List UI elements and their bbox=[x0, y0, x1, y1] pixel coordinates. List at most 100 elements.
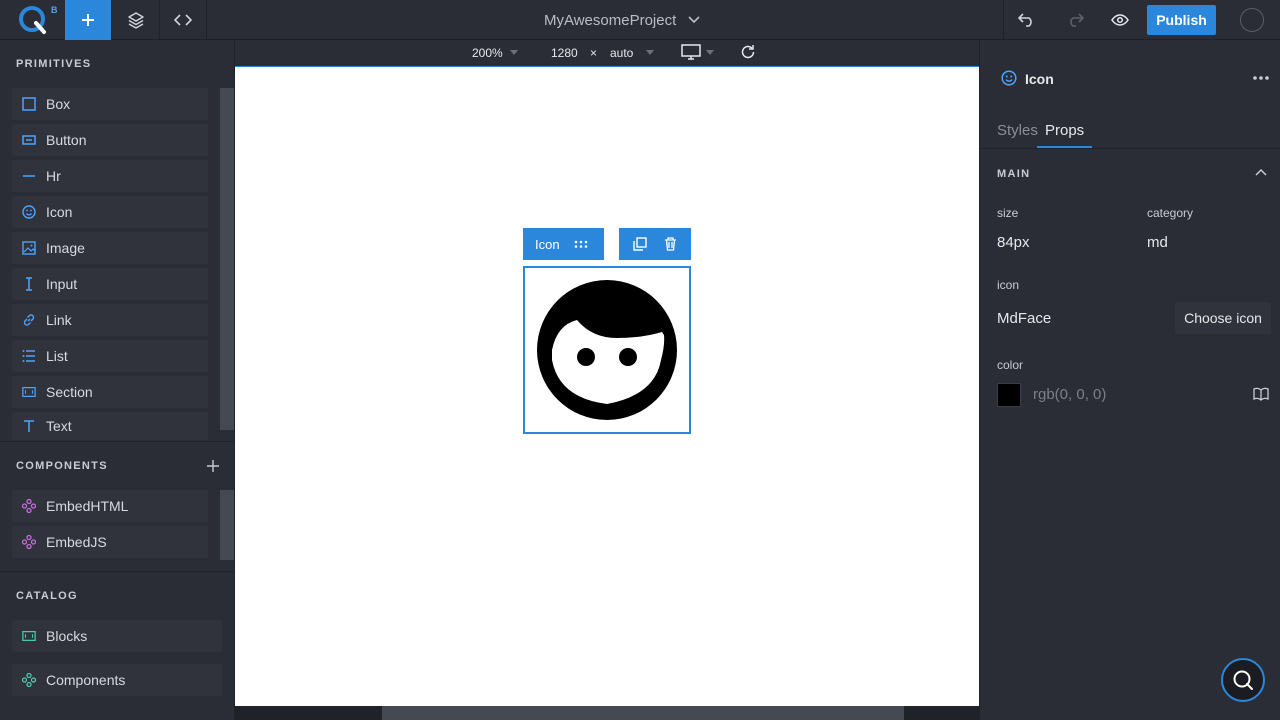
main-section-title: MAIN bbox=[997, 168, 1031, 180]
link-icon bbox=[22, 313, 36, 327]
component-embedjs[interactable]: EmbedJS bbox=[12, 526, 208, 558]
primitive-label: Section bbox=[46, 384, 93, 400]
add-button[interactable] bbox=[65, 0, 112, 40]
text-icon bbox=[22, 419, 36, 433]
smile-icon bbox=[1001, 70, 1017, 86]
code-button[interactable] bbox=[160, 0, 207, 40]
catalog-label: Components bbox=[46, 672, 126, 688]
component-icon bbox=[22, 499, 36, 513]
undo-icon bbox=[1018, 13, 1032, 27]
color-swatch[interactable] bbox=[997, 383, 1021, 407]
eye-icon bbox=[1110, 14, 1129, 26]
canvas-scroll-thumb[interactable] bbox=[382, 706, 904, 720]
section-icon bbox=[22, 385, 36, 399]
width-input[interactable]: 1280 bbox=[551, 46, 578, 60]
layers-button[interactable] bbox=[113, 0, 160, 40]
tab-props[interactable]: Props bbox=[1037, 122, 1093, 148]
canvas-toolbar: 200% 1280 × auto bbox=[235, 40, 979, 66]
category-label: category bbox=[1147, 206, 1194, 220]
catalog-blocks[interactable]: Blocks bbox=[12, 620, 222, 652]
primitive-label: Hr bbox=[46, 168, 61, 184]
face-icon bbox=[537, 280, 677, 420]
color-label: color bbox=[997, 358, 1024, 372]
component-label: EmbedJS bbox=[46, 534, 107, 550]
left-panel: PRIMITIVES Box Button Hr Icon Image Inpu… bbox=[0, 40, 235, 720]
catalog-title: CATALOG bbox=[16, 590, 78, 602]
image-icon bbox=[22, 241, 36, 255]
project-selector[interactable]: MyAwesomeProject bbox=[544, 0, 700, 40]
size-label: size bbox=[997, 206, 1019, 220]
smile-icon bbox=[22, 205, 36, 219]
avatar[interactable] bbox=[1240, 8, 1264, 32]
height-input[interactable]: auto bbox=[610, 46, 633, 60]
primitive-list[interactable]: List bbox=[12, 340, 208, 372]
primitive-image[interactable]: Image bbox=[12, 232, 208, 264]
blocks-icon bbox=[22, 629, 36, 643]
redo-icon bbox=[1069, 13, 1084, 27]
refresh-icon[interactable] bbox=[740, 44, 756, 60]
catalog-label: Blocks bbox=[46, 628, 88, 644]
layers-icon bbox=[128, 12, 144, 29]
selected-icon-element[interactable] bbox=[523, 266, 691, 434]
category-value[interactable]: md bbox=[1147, 234, 1168, 251]
duplicate-icon[interactable] bbox=[633, 237, 647, 251]
color-input[interactable]: rgb(0, 0, 0) bbox=[1033, 386, 1106, 403]
drag-handle-icon[interactable] bbox=[574, 240, 588, 248]
primitive-label: Button bbox=[46, 132, 87, 148]
selected-element-name: Icon bbox=[535, 236, 560, 252]
help-chat-button[interactable] bbox=[1221, 658, 1265, 702]
catalog-components[interactable]: Components bbox=[12, 664, 222, 696]
search-chat-icon bbox=[1233, 670, 1253, 690]
icon-value: MdFace bbox=[997, 310, 1052, 327]
primitive-label: Image bbox=[46, 240, 85, 256]
primitive-icon[interactable]: Icon bbox=[12, 196, 208, 228]
hr-icon bbox=[22, 169, 36, 183]
add-component-icon[interactable] bbox=[207, 460, 219, 472]
primitive-label: List bbox=[46, 348, 68, 364]
chevron-up-icon[interactable] bbox=[1255, 168, 1267, 176]
primitives-scrollbar[interactable] bbox=[220, 88, 234, 430]
delete-icon[interactable] bbox=[664, 237, 677, 251]
choose-icon-button[interactable]: Choose icon bbox=[1175, 302, 1271, 334]
primitive-box[interactable]: Box bbox=[12, 88, 208, 120]
components-scrollbar[interactable] bbox=[220, 490, 234, 560]
project-name: MyAwesomeProject bbox=[544, 11, 677, 29]
zoom-select[interactable]: 200% bbox=[472, 46, 503, 60]
book-icon[interactable] bbox=[1253, 387, 1269, 401]
component-embedhtml[interactable]: EmbedHTML bbox=[12, 490, 208, 522]
logo-badge: B bbox=[51, 5, 58, 15]
components-title: COMPONENTS bbox=[16, 460, 108, 472]
primitive-button[interactable]: Button bbox=[12, 124, 208, 156]
primitive-label: Icon bbox=[46, 204, 73, 220]
chevron-down-icon bbox=[688, 16, 700, 24]
selection-actions bbox=[619, 228, 691, 260]
top-bar: B MyAwesomeProject Publish bbox=[0, 0, 1280, 40]
primitive-section[interactable]: Section bbox=[12, 376, 208, 408]
panel-title: Icon bbox=[1025, 71, 1054, 87]
redo-button[interactable] bbox=[1051, 0, 1098, 40]
monitor-icon[interactable] bbox=[681, 44, 701, 60]
caret-down-icon bbox=[646, 50, 654, 55]
size-value[interactable]: 84px bbox=[997, 234, 1030, 251]
selected-element-tag[interactable]: Icon bbox=[523, 228, 604, 260]
component-label: EmbedHTML bbox=[46, 498, 129, 514]
component-icon bbox=[22, 673, 36, 687]
logo-icon bbox=[18, 6, 46, 34]
caret-down-icon bbox=[706, 50, 714, 55]
more-icon[interactable] bbox=[1253, 76, 1269, 80]
component-icon bbox=[22, 535, 36, 549]
tab-styles[interactable]: Styles bbox=[997, 122, 1038, 139]
primitive-link[interactable]: Link bbox=[12, 304, 208, 336]
primitive-label: Box bbox=[46, 96, 71, 112]
button-icon bbox=[22, 133, 36, 147]
preview-button[interactable] bbox=[1096, 0, 1143, 40]
undo-button[interactable] bbox=[1003, 0, 1050, 40]
primitive-input[interactable]: Input bbox=[12, 268, 208, 300]
primitive-hr[interactable]: Hr bbox=[12, 160, 208, 192]
primitive-label: Input bbox=[46, 276, 78, 292]
publish-button[interactable]: Publish bbox=[1147, 5, 1216, 35]
caret-down-icon bbox=[510, 50, 518, 55]
times-sign: × bbox=[590, 46, 598, 60]
primitive-text[interactable]: Text bbox=[12, 412, 208, 440]
properties-panel: Icon Styles Props MAIN size 84px categor… bbox=[979, 40, 1280, 720]
